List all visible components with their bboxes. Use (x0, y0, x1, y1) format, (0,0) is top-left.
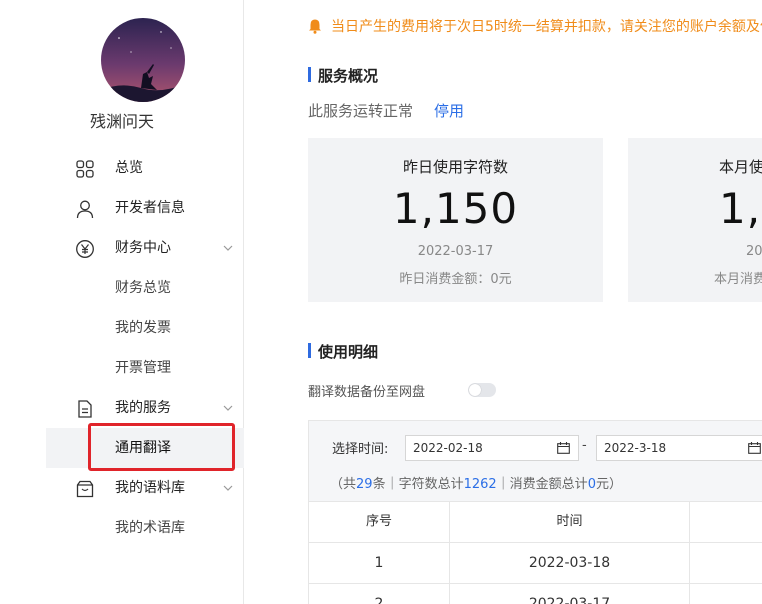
table-row: 2 2022-03-17 (308, 584, 762, 604)
chevron-down-icon (223, 485, 233, 491)
nav-label-developer-info: 开发者信息 (115, 200, 185, 216)
notice-text: 当日产生的费用将于次日5时统一结算并扣款，请关注您的账户余额及付 (331, 19, 762, 35)
stat-card-month: 本月使 1, 20 本月消费 (628, 138, 762, 302)
avatar[interactable] (101, 18, 185, 102)
nav-label-my-terminology: 我的术语库 (115, 520, 185, 536)
nav-subitem-my-invoices[interactable]: 我的发票 (0, 308, 244, 348)
nav-label-my-invoices: 我的发票 (115, 320, 171, 336)
username: 残渊问天 (89, 112, 154, 131)
avatar-image (101, 18, 185, 102)
table-cell-time: 2022-03-17 (449, 584, 689, 604)
stop-service-link[interactable]: 停用 (434, 100, 464, 121)
chevron-down-icon (223, 245, 233, 251)
card-title: 本月使 (719, 158, 762, 176)
summary-close: 元） (595, 477, 622, 492)
main-content: 当日产生的费用将于次日5时统一结算并扣款，请关注您的账户余额及付 服务概况 此服… (245, 0, 762, 604)
grid-icon (76, 160, 94, 178)
table-cell-time: 2022-03-18 (449, 543, 689, 584)
summary-fee: 0 (587, 477, 596, 492)
nav-item-my-corpus[interactable]: 我的语料库 (0, 468, 244, 508)
summary-fee-text: ｜消费金额总计 (496, 477, 588, 492)
sidebar: 残渊问天 总览 开发者信息 财务中心 财务总览 我的发票 开票管理 我的服务 通… (0, 0, 244, 604)
date-range-separator: - (582, 438, 587, 453)
nav-label-finance-center: 财务中心 (115, 240, 171, 256)
section-title-usage-detail: 使用明细 (308, 341, 378, 362)
nav-item-finance-center[interactable]: 财务中心 (0, 228, 244, 268)
table-cell-extra (689, 584, 762, 604)
nav-label-my-services: 我的服务 (115, 400, 171, 416)
filter-label: 选择时间: (332, 442, 389, 457)
inbox-icon (76, 480, 94, 498)
nav-subitem-finance-overview[interactable]: 财务总览 (0, 268, 244, 308)
nav-label-overview: 总览 (115, 160, 143, 176)
highlight-annotation-box (88, 423, 235, 471)
card-value: 1, (719, 184, 762, 233)
backup-label: 翻译数据备份至网盘 (308, 385, 426, 400)
calendar-icon (748, 442, 761, 454)
table-cell-index: 1 (308, 543, 449, 584)
filter-panel: 选择时间: 2022-02-18 - 2022-3-18 （共29条｜字符数总计… (308, 420, 762, 502)
table-header-cell: 序号 (308, 502, 449, 543)
service-status: 此服务运转正常 (308, 102, 414, 120)
end-date-value: 2022-3-18 (604, 441, 667, 455)
chevron-down-icon (223, 405, 233, 411)
nav-label-finance-overview: 财务总览 (115, 280, 171, 296)
card-title: 昨日使用字符数 (402, 158, 508, 176)
nav-label-invoice-management: 开票管理 (115, 360, 171, 376)
usage-table: 序号 时间 1 2022-03-18 2 2022-03-17 (308, 501, 762, 604)
bell-icon (309, 19, 321, 34)
end-date-input[interactable]: 2022-3-18 (596, 435, 762, 461)
nav-subitem-invoice-management[interactable]: 开票管理 (0, 348, 244, 388)
user-icon (76, 200, 94, 219)
calendar-icon (557, 442, 570, 454)
start-date-value: 2022-02-18 (413, 441, 483, 455)
summary-open: （共 (330, 477, 357, 492)
nav-label-my-corpus: 我的语料库 (115, 480, 185, 496)
summary-chars: 1262 (463, 477, 497, 492)
document-icon (78, 400, 92, 418)
card-value: 1,150 (392, 184, 519, 233)
card-date: 2022-03-17 (417, 244, 494, 259)
summary-count-unit: 条｜字符数总计 (372, 477, 464, 492)
section-title-service-overview: 服务概况 (308, 65, 378, 86)
start-date-input[interactable]: 2022-02-18 (405, 435, 579, 461)
table-cell-index: 2 (308, 584, 449, 604)
card-fee: 本月消费 (714, 272, 762, 287)
usage-summary: （共29条｜字符数总计1262｜消费金额总计0元） (330, 473, 622, 492)
nav-item-developer-info[interactable]: 开发者信息 (0, 188, 244, 228)
table-row: 1 2022-03-18 (308, 543, 762, 584)
backup-toggle[interactable] (468, 383, 496, 397)
table-header-cell: 时间 (449, 502, 689, 543)
yen-icon (76, 240, 94, 258)
card-fee: 昨日消费金额：0元 (399, 272, 512, 287)
table-cell-extra (689, 543, 762, 584)
card-date: 20 (746, 244, 762, 259)
table-header-row: 序号 时间 (308, 502, 762, 543)
stat-card-yesterday: 昨日使用字符数 1,150 2022-03-17 昨日消费金额：0元 (308, 138, 603, 302)
billing-notice: 当日产生的费用将于次日5时统一结算并扣款，请关注您的账户余额及付 (307, 16, 762, 36)
nav-item-overview[interactable]: 总览 (0, 148, 244, 188)
summary-count: 29 (356, 477, 373, 492)
nav-item-my-services[interactable]: 我的服务 (0, 388, 244, 428)
nav-subitem-my-terminology[interactable]: 我的术语库 (0, 508, 244, 548)
table-header-cell (689, 502, 762, 543)
